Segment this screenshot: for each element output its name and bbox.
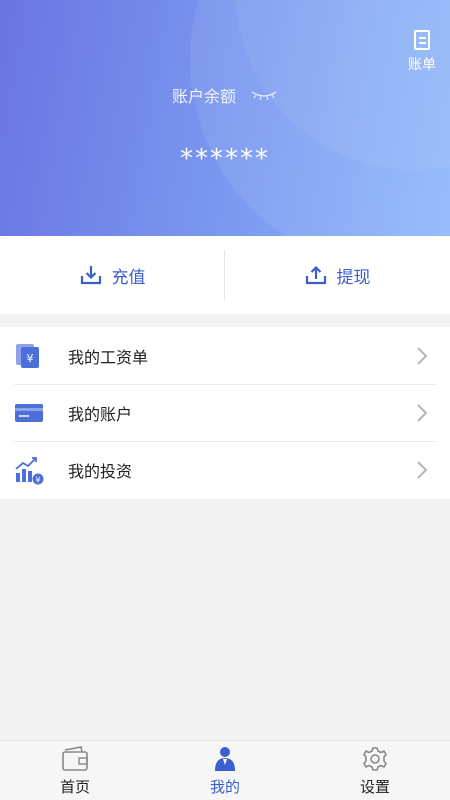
menu-list: ¥ 我的工资单 我的账户 ¥ 我的投资 [0, 327, 450, 499]
upload-tray-icon [305, 265, 326, 285]
menu-item-label: 我的投资 [68, 461, 133, 481]
nav-item-home[interactable]: 首页 [0, 741, 150, 800]
balance-header: 账单 账户余额 ****** [0, 0, 450, 236]
payslip-yuan-icon: ¥ [16, 343, 39, 368]
action-bar: 充值 提现 [0, 236, 450, 314]
recharge-label: 充值 [111, 267, 146, 288]
menu-item-account[interactable]: 我的账户 [0, 384, 450, 441]
nav-label: 我的 [209, 778, 240, 796]
download-tray-icon [80, 266, 101, 285]
balance-label-row: 账户余额 [0, 82, 450, 108]
menu-item-investment[interactable]: ¥ 我的投资 [0, 441, 450, 498]
growth-chart-icon: ¥ [15, 456, 44, 484]
gear-icon [363, 747, 387, 771]
chevron-right-icon [417, 461, 428, 479]
svg-text:¥: ¥ [27, 352, 34, 365]
chevron-right-icon [417, 347, 428, 365]
card-icon [15, 403, 43, 422]
withdraw-button[interactable]: 提现 [225, 236, 450, 314]
bill-label: 账单 [408, 57, 436, 73]
nav-item-settings[interactable]: 设置 [300, 741, 450, 800]
document-icon [414, 30, 430, 50]
svg-text:¥: ¥ [35, 475, 40, 484]
bottom-nav: 首页 我的 设置 [0, 740, 450, 800]
nav-label: 设置 [359, 778, 390, 796]
person-icon [215, 747, 235, 771]
balance-value: ****** [180, 144, 270, 174]
eye-closed-icon[interactable] [250, 89, 278, 101]
balance-label: 账户余额 [171, 87, 236, 106]
action-divider [224, 250, 225, 300]
menu-item-payslip[interactable]: ¥ 我的工资单 [0, 327, 450, 384]
menu-item-label: 我的工资单 [68, 347, 149, 367]
recharge-button[interactable]: 充值 [0, 236, 225, 314]
bill-button[interactable]: 账单 [404, 30, 440, 76]
menu-item-label: 我的账户 [68, 404, 133, 424]
nav-item-mine[interactable]: 我的 [150, 741, 300, 800]
withdraw-label: 提现 [336, 267, 371, 288]
chevron-right-icon [417, 404, 428, 422]
wallet-icon [62, 746, 88, 771]
nav-label: 首页 [59, 778, 90, 796]
